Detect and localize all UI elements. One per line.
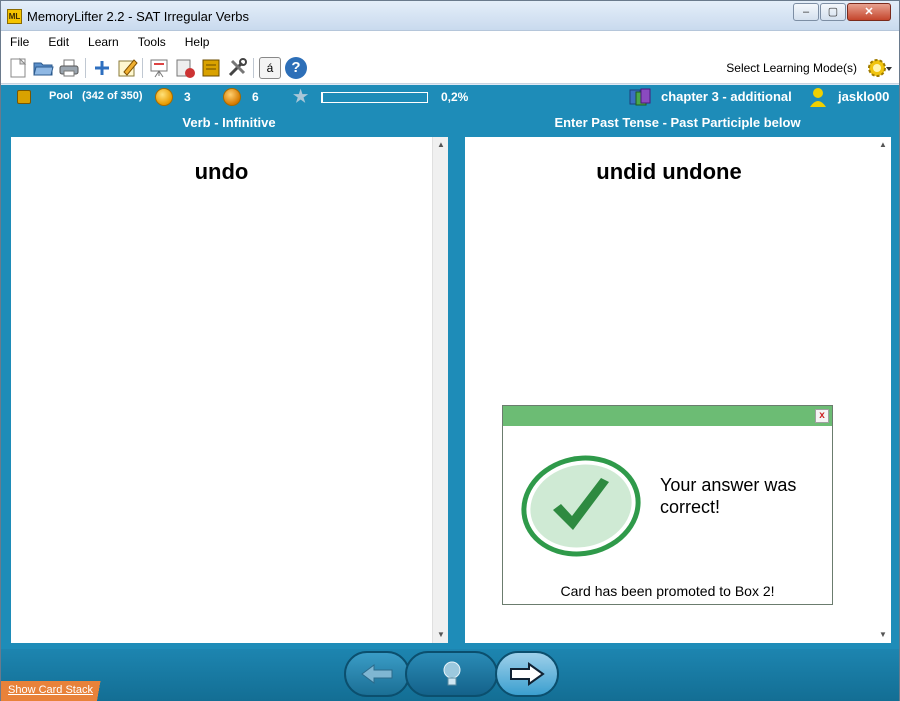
pool-icon: [17, 90, 31, 104]
add-card-icon[interactable]: [91, 57, 113, 79]
next-button[interactable]: [495, 651, 559, 697]
scroll-up-icon[interactable]: ▲: [875, 137, 891, 153]
popup-header: x: [503, 406, 832, 426]
menu-help[interactable]: Help: [176, 31, 220, 53]
answer-pane-title: Enter Past Tense - Past Participle below: [554, 115, 801, 130]
menu-bar: File Edit Learn Tools Help: [1, 31, 899, 53]
print-icon[interactable]: [58, 57, 80, 79]
app-logo-icon: ML: [7, 9, 22, 24]
previous-button[interactable]: [344, 651, 410, 697]
app-window: ML MemoryLifter 2.2 - SAT Irregular Verb…: [0, 0, 900, 701]
tools-icon[interactable]: [226, 57, 248, 79]
popup-note: Card has been promoted to Box 2!: [560, 583, 775, 599]
scroll-down-icon[interactable]: ▼: [875, 627, 891, 643]
checkmark-icon: [517, 450, 647, 560]
card-box-icon[interactable]: [200, 57, 222, 79]
maximize-button[interactable]: ▢: [820, 3, 846, 21]
menu-tools[interactable]: Tools: [129, 31, 176, 53]
presentation-icon[interactable]: [148, 57, 170, 79]
special-character-icon[interactable]: á: [259, 57, 281, 79]
pool-count: (342 of 350): [82, 90, 143, 102]
progress-bar: [321, 92, 428, 103]
arrow-left-icon: [361, 664, 393, 684]
help-icon[interactable]: ?: [285, 57, 307, 79]
status-bar: Pool (342 of 350) 3 6 ★ 0,2% chapter 3 -…: [1, 85, 899, 109]
close-window-button[interactable]: ✕: [847, 3, 891, 21]
pool-label[interactable]: Pool: [49, 90, 73, 102]
minimize-button[interactable]: –: [793, 3, 819, 21]
toolbar: á ? Select Learning Mode(s): [1, 53, 899, 84]
result-popup: x Your answer was correct! Card has been…: [502, 405, 833, 605]
question-word: undo: [194, 159, 249, 184]
answer-scrollbar[interactable]: ▲ ▼: [875, 137, 891, 643]
show-card-stack-link[interactable]: Show Card Stack: [1, 681, 125, 701]
happy-face-icon: [155, 88, 173, 106]
menu-learn[interactable]: Learn: [79, 31, 129, 53]
popup-message: Your answer was correct!: [660, 475, 797, 517]
edit-card-icon[interactable]: [116, 57, 138, 79]
title-bar: ML MemoryLifter 2.2 - SAT Irregular Verb…: [1, 1, 899, 31]
bottom-nav: Show Card Stack: [1, 649, 899, 701]
show-card-stack-label[interactable]: Show Card Stack: [8, 684, 93, 696]
star-icon: ★: [293, 87, 309, 106]
chapter-books-icon: [629, 88, 651, 106]
menu-edit[interactable]: Edit: [39, 31, 79, 53]
sad-face-icon: [223, 88, 241, 106]
learning-mode-label[interactable]: Select Learning Mode(s): [726, 61, 857, 75]
learning-mode-gear-icon[interactable]: [867, 57, 892, 79]
open-folder-icon[interactable]: [32, 57, 54, 79]
menu-file[interactable]: File: [1, 31, 39, 53]
chapter-label[interactable]: chapter 3 - additional: [661, 89, 792, 104]
arrow-right-icon: [510, 662, 545, 686]
question-pane: undo ▲ ▼: [11, 137, 448, 643]
scroll-down-icon[interactable]: ▼: [433, 627, 449, 643]
new-file-icon[interactable]: [7, 57, 29, 79]
popup-close-button[interactable]: x: [815, 409, 829, 423]
wrong-count: 6: [252, 90, 259, 104]
statistics-icon[interactable]: [174, 57, 196, 79]
hint-button[interactable]: [405, 651, 498, 697]
scroll-up-icon[interactable]: ▲: [433, 137, 449, 153]
progress-percent: 0,2%: [441, 90, 469, 104]
question-scrollbar[interactable]: ▲ ▼: [432, 137, 448, 643]
question-pane-title: Verb - Infinitive: [182, 115, 276, 130]
answer-word: undid undone: [596, 159, 742, 184]
window-title: MemoryLifter 2.2 - SAT Irregular Verbs: [27, 9, 250, 24]
user-icon: [810, 87, 826, 107]
correct-count: 3: [184, 90, 191, 104]
lightbulb-icon: [443, 661, 460, 686]
user-name: jasklo00: [838, 89, 890, 104]
